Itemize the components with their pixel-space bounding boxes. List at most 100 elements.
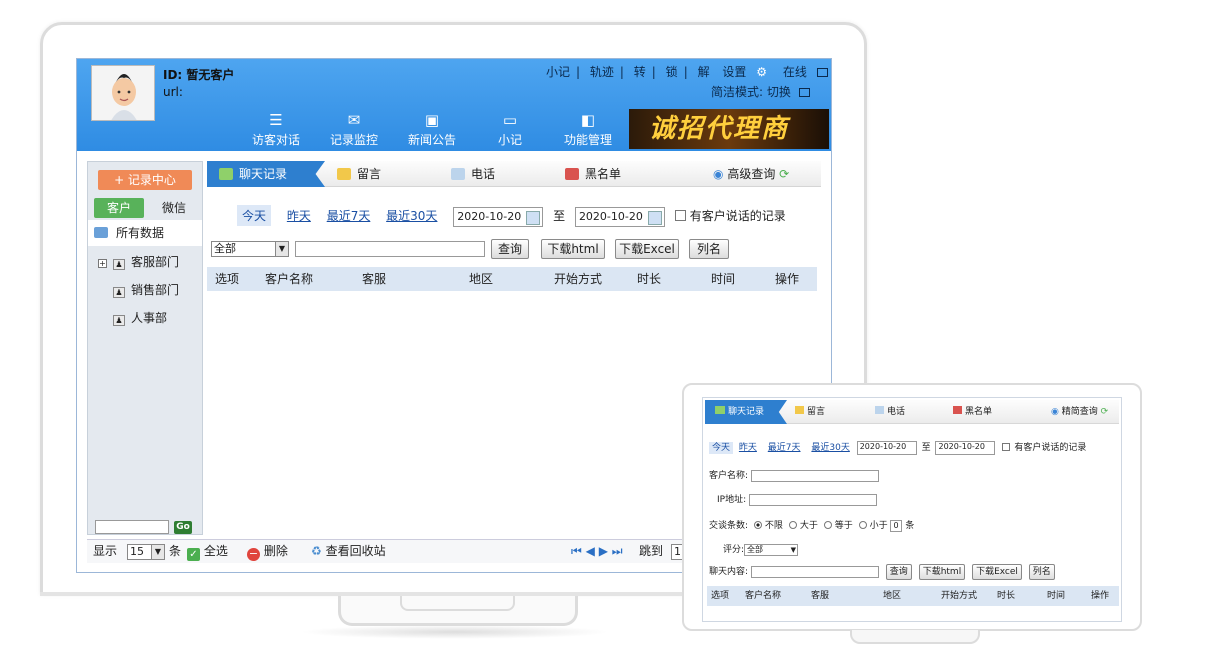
radio-greater[interactable] [788,521,797,529]
prev-page-icon[interactable]: ◀ [586,544,595,558]
tab-customer[interactable]: 客户 [94,198,144,218]
query-button[interactable]: 查询 [491,239,529,259]
unit-label: 条 [169,544,182,558]
table-header: 选项 客户名称 客服 地区 开始方式 时长 时间 操作 [207,267,817,291]
tab-phone[interactable]: 电话 [439,161,549,187]
nav-visitor-chat[interactable]: ☰ 访客对话 [241,111,311,149]
recycle-bin-button[interactable]: ♻ 查看回收站 [311,540,386,562]
select-all-button[interactable]: ✓ 全选 [187,540,228,562]
online-status[interactable]: 在线 [780,65,831,79]
laptop-tab-messages[interactable]: 留言 [785,400,863,424]
filter-last7[interactable]: 最近7天 [768,443,801,453]
filter-today[interactable]: 今天 [237,205,272,226]
separator: | [576,65,581,79]
top-link-transfer[interactable]: 转 [634,65,646,79]
record-center-button[interactable]: + 记录中心 [98,170,192,190]
select-all-label: 全选 [203,544,228,558]
tab-chat-records[interactable]: 聊天记录 [207,161,325,187]
nav-notes[interactable]: ▭ 小记 [475,111,545,149]
sidebar-search-input[interactable] [95,520,169,534]
chat-content-input[interactable] [750,565,879,578]
separator: | [619,65,624,79]
tab-messages[interactable]: 留言 [325,161,435,187]
tab-blacklist[interactable]: 黑名单 [553,161,663,187]
filter-yesterday[interactable]: 昨天 [287,207,311,224]
dropdown-icon [798,88,810,97]
col-duration: 时长 [997,591,1016,601]
laptop-tab-phone[interactable]: 电话 [865,400,943,424]
download-excel-button[interactable]: 下载Excel [615,239,679,259]
tab-label: 黑名单 [965,407,993,417]
laptop-tab-blacklist[interactable]: 黑名单 [943,400,1023,424]
tab-label: 聊天记录 [728,407,765,417]
phone-icon [451,168,465,180]
nav-function-manage[interactable]: ◧ 功能管理 [553,111,623,149]
laptop-download-html-button[interactable]: 下载html [918,564,966,580]
checkbox-label: 有客户说话的记录 [1014,443,1087,453]
top-link-notes[interactable]: 小记 [546,65,570,79]
ip-label: IP地址: [717,495,747,505]
top-link-track[interactable]: 轨迹 [590,65,614,79]
count-input[interactable]: 0 [890,519,903,532]
sidebar-item-hr-dept[interactable]: ♟ 人事部 [113,310,167,326]
gear-icon: ⚙ [756,65,768,79]
filter-last7[interactable]: 最近7天 [327,207,371,224]
sidebar-item-service-dept[interactable]: + ♟ 客服部门 [98,254,179,270]
filter-yesterday[interactable]: 昨天 [739,443,757,453]
laptop-customer-speech-checkbox[interactable]: 有客户说话的记录 [998,443,1086,453]
scope-select[interactable]: 全部 ▼ [211,241,289,257]
laptop-tab-chat-records[interactable]: 聊天记录 [705,400,787,424]
filter-last30[interactable]: 最近30天 [811,443,849,453]
settings-link[interactable]: 设置 ⚙ [719,65,770,79]
laptop-column-names-button[interactable]: 列名 [1028,564,1055,580]
phone-icon [875,406,884,414]
blacklist-icon [565,168,579,180]
radio-less[interactable] [858,521,867,529]
customer-speech-checkbox[interactable]: 有客户说话的记录 [674,209,786,223]
count-unit: 条 [905,521,915,531]
filter-last30[interactable]: 最近30天 [386,207,437,224]
checkbox-box [1002,443,1011,451]
customer-name-label: 客户名称: [709,471,749,481]
advanced-query-button[interactable]: ◉ 高级查询 ⟳ [701,161,819,187]
laptop-query-button[interactable]: 查询 [885,564,912,580]
radio-equal[interactable] [823,521,832,529]
last-page-icon[interactable]: ⏭ [612,544,623,558]
filter-today[interactable]: 今天 [709,442,734,454]
tab-label: 留言 [807,407,826,417]
date-to-input[interactable]: 2020-10-20 [574,206,665,227]
download-html-button[interactable]: 下载html [541,239,605,259]
radio-label: 不限 [764,521,783,531]
radio-unlimited[interactable] [753,521,762,529]
top-link-lock[interactable]: 锁 [666,65,678,79]
simple-query-button[interactable]: ◉ 精简查询 ⟳ [1041,400,1121,424]
laptop-date-to[interactable]: 2020-10-20 [935,440,996,455]
customer-name-input[interactable] [750,469,879,482]
col-time: 时间 [711,272,736,286]
date-from-input[interactable]: 2020-10-20 [453,206,544,227]
mode-switch[interactable]: 简洁模式: 切换 [711,83,810,100]
sidebar-item-sales-dept[interactable]: ♟ 销售部门 [113,282,179,298]
tab-wechat[interactable]: 微信 [152,198,196,218]
first-page-icon[interactable]: ⏮ [571,544,582,558]
keyword-input[interactable] [295,241,485,257]
next-page-icon[interactable]: ▶ [599,544,608,558]
nav-news[interactable]: ▣ 新闻公告 [397,111,467,149]
laptop-date-from[interactable]: 2020-10-20 [856,440,917,455]
column-names-button[interactable]: 列名 [689,239,729,259]
customer-url-label: url: [163,85,183,99]
pager-nav[interactable]: ⏮ ◀ ▶ ⏭ [571,540,623,562]
page-size-select[interactable]: 15 ▼ [127,540,165,562]
nav-record-monitor[interactable]: ✉ 记录监控 [319,111,389,149]
expand-icon[interactable]: + [98,259,107,268]
go-button[interactable]: Go [174,521,192,534]
delete-button[interactable]: − 删除 [247,540,288,562]
rating-select[interactable]: 全部 ▼ [744,543,799,556]
col-start-method: 开始方式 [941,591,978,601]
top-link-unlock[interactable]: 解 [698,65,710,79]
sidebar-item-all-data[interactable]: 所有数据 [88,220,202,246]
sidebar-item-label: 销售部门 [131,283,180,297]
recruit-banner[interactable]: 诚招代理商 [629,109,829,149]
ip-input[interactable] [749,493,877,506]
laptop-download-excel-button[interactable]: 下载Excel [972,564,1022,580]
